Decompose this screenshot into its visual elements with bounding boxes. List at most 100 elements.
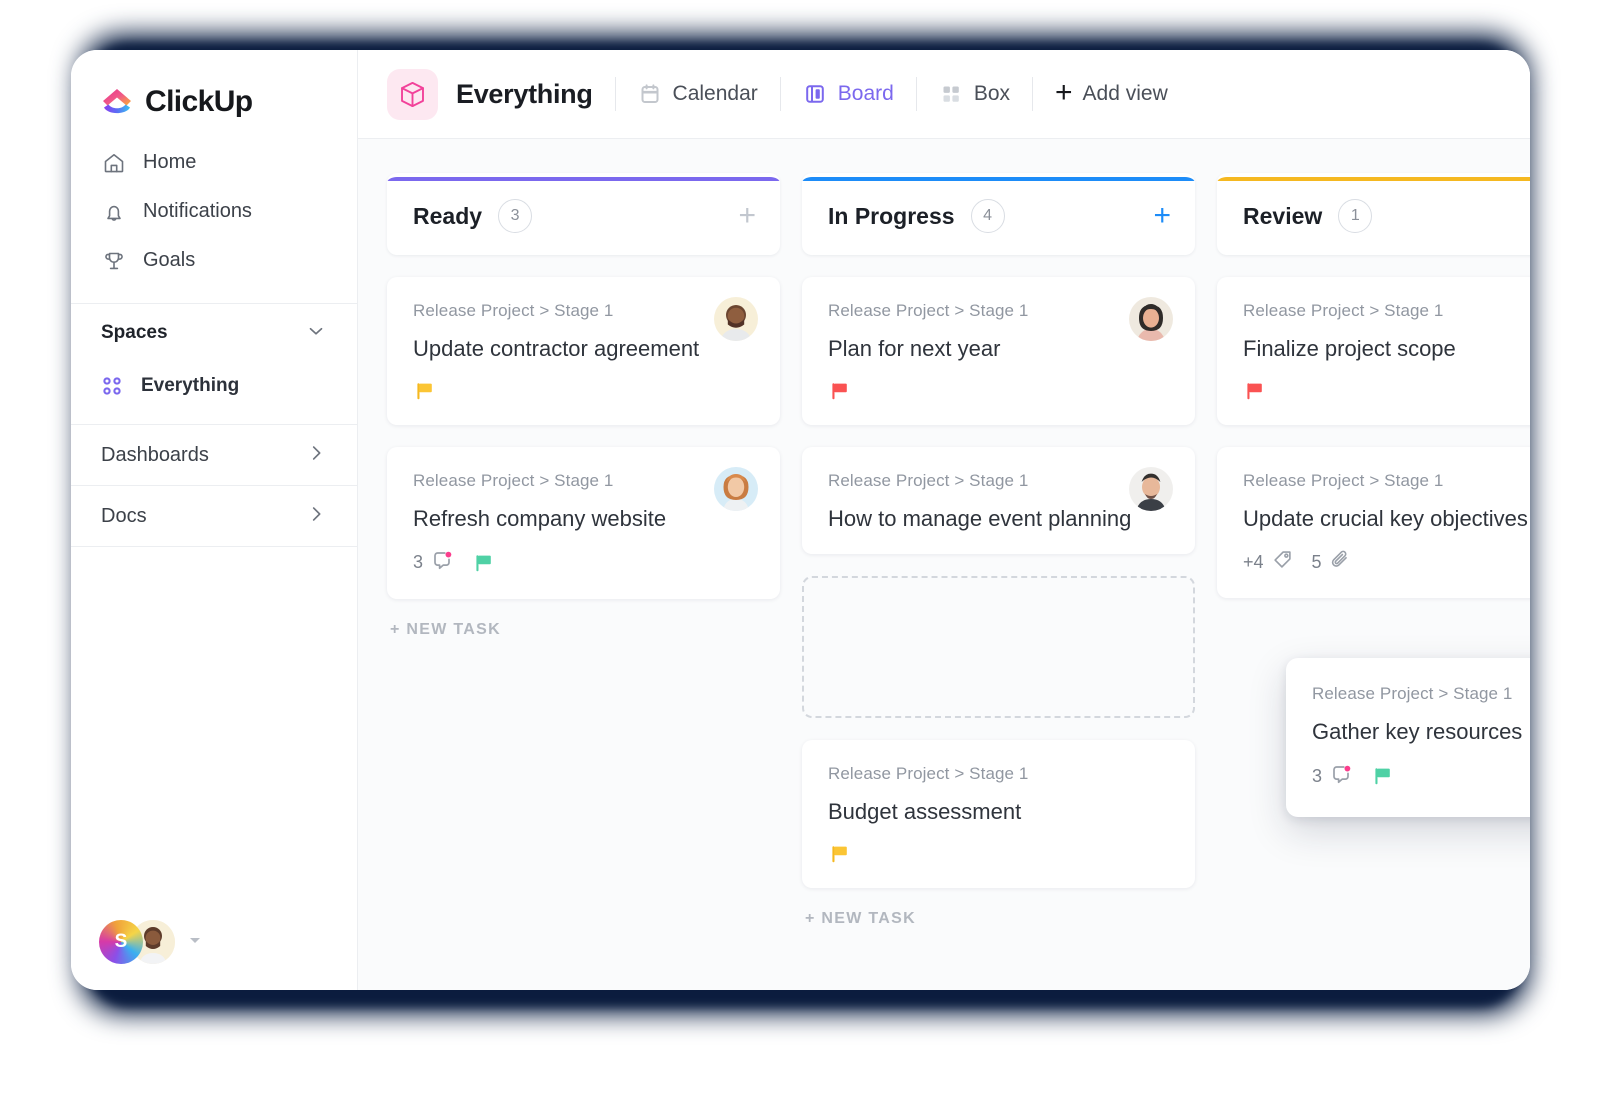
column-count: 1 <box>1338 199 1373 233</box>
chevron-down-icon[interactable] <box>305 320 327 347</box>
column-title: Ready <box>413 202 483 229</box>
grid-dots-icon <box>101 375 123 397</box>
priority-flag-icon[interactable] <box>828 379 852 403</box>
calendar-icon <box>638 82 662 106</box>
spaces-section-header[interactable]: Spaces <box>71 304 357 362</box>
comment-icon <box>1329 762 1353 791</box>
task-card[interactable]: Release Project > Stage 1 Refresh compan… <box>387 446 780 600</box>
sidebar-item-label: Notifications <box>143 200 252 222</box>
toolbar-divider <box>915 77 917 111</box>
task-meta <box>828 842 1169 866</box>
sidebar-item-goals[interactable]: Goals <box>71 236 357 285</box>
sidebar-item-home[interactable]: Home <box>71 138 357 187</box>
workspace-gradient-avatar[interactable]: S <box>99 920 143 964</box>
avatar[interactable] <box>1129 297 1173 341</box>
task-title: Update contractor agreement <box>413 336 700 361</box>
breadcrumb: Release Project > Stage 1 <box>413 470 614 490</box>
breadcrumb: Release Project > Stage 1 <box>828 764 1029 784</box>
add-view-label: Add view <box>1082 82 1168 105</box>
column-header[interactable]: Ready 3 + <box>387 173 780 255</box>
tab-label: Calendar <box>672 82 758 105</box>
breadcrumb: Release Project > Stage 1 <box>828 470 1029 490</box>
column-accent-bar <box>387 177 780 181</box>
primary-nav: Home Notifications Goals <box>71 124 357 285</box>
task-title: Gather key resources <box>1312 719 1523 744</box>
add-task-icon[interactable]: + <box>1153 201 1171 231</box>
add-view-button[interactable]: + Add view <box>1055 75 1168 109</box>
sidebar-item-label: Everything <box>141 375 240 396</box>
breadcrumb: Release Project > Stage 1 <box>1243 301 1444 320</box>
task-meta <box>413 379 754 403</box>
avatar[interactable] <box>714 297 758 341</box>
sidebar: ClickUp Home Notifications Goals Spaces … <box>71 50 358 990</box>
avatar[interactable] <box>1129 466 1173 511</box>
sidebar-item-docs[interactable]: Docs <box>71 485 357 546</box>
user-account-switcher[interactable]: S <box>99 920 203 964</box>
task-card[interactable]: Release Project > Stage 1 Budget assessm… <box>802 740 1195 889</box>
sidebar-item-dashboards[interactable]: Dashboards <box>71 424 357 485</box>
clickup-app-window: ClickUp Home Notifications Goals Spaces … <box>71 50 1530 990</box>
toolbar-divider <box>779 77 781 111</box>
drop-placeholder <box>802 576 1195 719</box>
task-card[interactable]: Release Project > Stage 1 How to manage … <box>802 446 1195 555</box>
column-accent-bar <box>1217 177 1530 181</box>
column-header[interactable]: Review 1 <box>1217 173 1530 255</box>
attachment-count[interactable]: 5 <box>1312 548 1352 576</box>
task-title: Refresh company website <box>413 505 667 531</box>
board-column-ready: Ready 3 + Release Project > Stage 1 Upda… <box>387 173 780 990</box>
dragged-task-card[interactable]: Release Project > Stage 1 Gather key res… <box>1286 658 1530 817</box>
task-card[interactable]: Release Project > Stage 1 Update crucial… <box>1217 446 1530 599</box>
box-grid-icon <box>939 82 963 106</box>
tab-calendar[interactable]: Calendar <box>638 82 758 106</box>
toolbar-divider <box>1032 77 1034 111</box>
tab-label: Box <box>973 82 1011 105</box>
avatar[interactable] <box>714 466 758 511</box>
comment-count[interactable]: 3 <box>1312 762 1353 791</box>
new-task-button[interactable]: + NEW TASK <box>802 910 1195 928</box>
sidebar-item-notifications[interactable]: Notifications <box>71 187 357 236</box>
comment-count[interactable]: 3 <box>413 548 454 577</box>
clickup-logo-icon <box>99 84 135 120</box>
board-column-in-progress: In Progress 4 + Release Project > Stage … <box>802 173 1195 990</box>
task-title: Plan for next year <box>828 336 1001 361</box>
brand-name: ClickUp <box>145 85 253 118</box>
new-task-button[interactable]: + NEW TASK <box>387 621 780 639</box>
add-task-icon[interactable]: + <box>738 201 756 231</box>
column-header[interactable]: In Progress 4 + <box>802 173 1195 255</box>
priority-flag-icon[interactable] <box>472 551 496 575</box>
task-title: Finalize project scope <box>1243 336 1456 361</box>
priority-flag-icon[interactable] <box>828 842 852 866</box>
task-title: Budget assessment <box>828 799 1022 825</box>
page-title: Everything <box>456 78 593 109</box>
task-title: Update crucial key objectives <box>1243 505 1528 531</box>
breadcrumb: Release Project > Stage 1 <box>1312 684 1513 703</box>
tab-box[interactable]: Box <box>939 82 1010 106</box>
sidebar-item-everything[interactable]: Everything <box>71 362 357 410</box>
priority-flag-icon[interactable] <box>1371 764 1395 788</box>
chevron-right-icon[interactable] <box>305 442 327 469</box>
chevron-right-icon[interactable] <box>305 503 327 530</box>
main-area: Everything Calendar Board Box + Add view… <box>358 50 1530 990</box>
priority-flag-icon[interactable] <box>413 379 437 403</box>
task-card[interactable]: Release Project > Stage 1 Finalize proje… <box>1217 277 1530 425</box>
brand-logo[interactable]: ClickUp <box>71 50 357 124</box>
task-meta: +4 5 <box>1243 548 1530 576</box>
priority-flag-icon[interactable] <box>1243 379 1267 403</box>
board-icon <box>803 82 827 106</box>
caret-down-icon[interactable] <box>187 932 203 953</box>
column-accent-bar <box>802 177 1195 181</box>
sidebar-item-label: Dashboards <box>101 443 209 466</box>
tag-icon <box>1271 548 1294 576</box>
task-card[interactable]: Release Project > Stage 1 Update contrac… <box>387 277 780 425</box>
sidebar-item-label: Home <box>143 151 197 173</box>
task-card[interactable]: Release Project > Stage 1 Plan for next … <box>802 277 1195 425</box>
paperclip-icon <box>1329 548 1352 576</box>
board-column-review: Review 1 Release Project > Stage 1 Final… <box>1217 173 1530 990</box>
plus-icon: + <box>1055 75 1073 109</box>
task-meta: 3 <box>1312 762 1530 791</box>
view-toolbar: Everything Calendar Board Box + Add view <box>358 50 1530 139</box>
tab-board[interactable]: Board <box>803 82 894 106</box>
trophy-icon <box>101 248 127 274</box>
spaces-title: Spaces <box>101 322 168 343</box>
tag-count[interactable]: +4 <box>1243 548 1294 576</box>
